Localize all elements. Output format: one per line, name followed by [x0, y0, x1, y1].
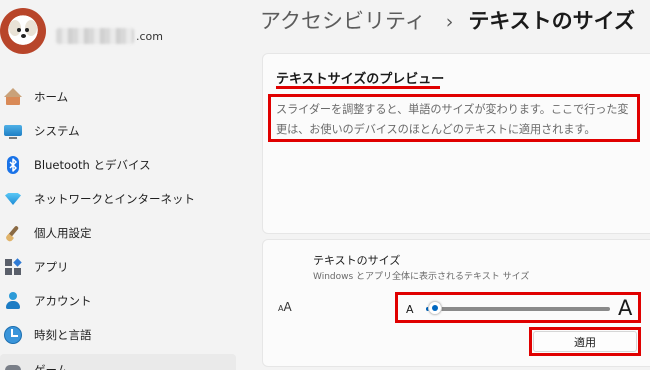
- avatar[interactable]: [0, 8, 46, 54]
- sidebar-item-accounts[interactable]: アカウント: [0, 285, 236, 317]
- preview-heading: テキストサイズのプレビュー: [276, 72, 445, 87]
- apps-icon-square: [5, 268, 12, 275]
- text-size-icon-big-a: A: [283, 300, 292, 314]
- slider-track[interactable]: [426, 307, 610, 311]
- sidebar-item-personalization[interactable]: 個人用設定: [0, 217, 236, 249]
- sidebar-item-label: 時刻と言語: [34, 328, 92, 342]
- preview-text: スライダーを調整すると、単語のサイズが変わります。ここで行った変更は、お使いのデ…: [276, 103, 629, 136]
- bluetooth-icon: [4, 156, 22, 174]
- home-icon: [4, 88, 22, 106]
- gaming-icon: [4, 361, 22, 370]
- slider-max-label: A: [618, 296, 633, 320]
- sidebar-item-system[interactable]: システム: [0, 115, 236, 147]
- system-icon: [4, 122, 22, 140]
- avatar-dog-eye-right: [25, 28, 29, 32]
- text-size-icon: AA: [278, 296, 292, 315]
- account-name-blurred: [56, 28, 134, 44]
- sidebar-item-time-language[interactable]: 時刻と言語: [0, 319, 236, 351]
- sidebar-item-label: ネットワークとインターネット: [34, 192, 195, 206]
- sidebar-item-network[interactable]: ネットワークとインターネット: [0, 183, 236, 215]
- apps-icon-square: [14, 268, 21, 275]
- account-email: .com: [136, 29, 163, 43]
- sidebar-item-label: ゲーム: [34, 363, 69, 370]
- sidebar-item-label: 個人用設定: [34, 226, 92, 240]
- breadcrumb: アクセシビリティ › テキストのサイズ: [260, 5, 635, 35]
- text-size-title: テキストのサイズ: [313, 254, 401, 267]
- personalization-icon: [4, 224, 22, 242]
- apps-icon-square: [5, 259, 12, 266]
- text-size-subtitle: Windows とアプリ全体に表示されるテキスト サイズ: [313, 272, 530, 282]
- slider-min-label: A: [406, 303, 414, 316]
- sidebar-item-label: Bluetooth とデバイス: [34, 158, 151, 172]
- sidebar-item-home[interactable]: ホーム: [0, 81, 236, 113]
- text-size-slider[interactable]: [426, 301, 610, 315]
- sidebar-item-label: システム: [34, 124, 80, 138]
- sidebar-item-label: アプリ: [34, 260, 69, 274]
- highlight-underline: [276, 86, 440, 89]
- sidebar-item-gaming[interactable]: ゲーム: [0, 354, 236, 370]
- sidebar-item-label: アカウント: [34, 294, 92, 308]
- sidebar-item-apps[interactable]: アプリ: [0, 251, 236, 283]
- page-title: テキストのサイズ: [468, 9, 636, 33]
- avatar-dog-nose: [21, 34, 26, 38]
- apply-button[interactable]: 適用: [533, 331, 637, 352]
- breadcrumb-separator: ›: [445, 11, 454, 33]
- network-icon: [4, 190, 22, 208]
- sidebar-item-bluetooth[interactable]: Bluetooth とデバイス: [0, 149, 236, 181]
- apps-icon: [4, 258, 22, 276]
- breadcrumb-parent[interactable]: アクセシビリティ: [260, 5, 426, 35]
- apps-icon-square: [13, 258, 22, 267]
- account-info: .com: [56, 28, 163, 44]
- time-language-icon: [4, 326, 22, 344]
- avatar-dog-eye-left: [17, 28, 21, 32]
- account-icon: [4, 292, 22, 310]
- sidebar-item-label: ホーム: [34, 90, 69, 104]
- sidebar: .com ホーム システム Bluetooth とデバイス ネットワークとインタ…: [0, 0, 240, 370]
